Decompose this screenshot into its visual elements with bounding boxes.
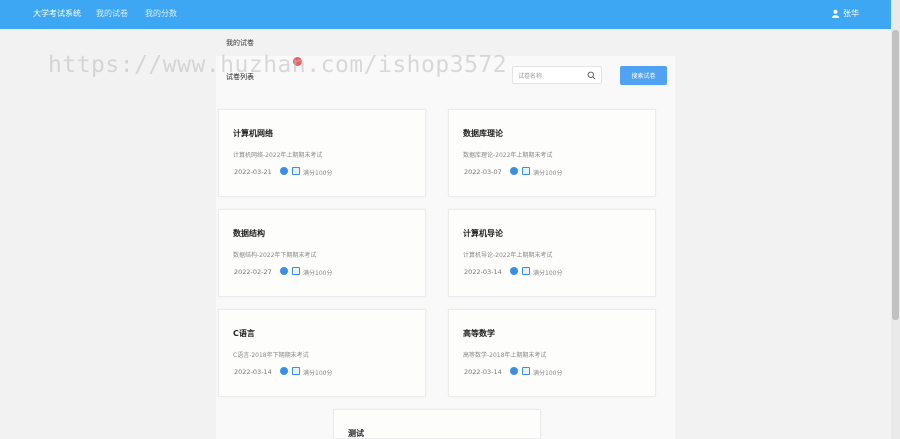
clock-icon [280, 367, 288, 375]
page-scrollbar[interactable] [891, 0, 900, 439]
app-brand[interactable]: 大学考试系统 [33, 8, 81, 19]
paper-score: 满分100分 [303, 370, 333, 377]
clock-icon [280, 267, 288, 275]
user-name: 张华 [843, 9, 859, 18]
paper-description: 计算机网络-2022年上期期末考试 [233, 152, 323, 159]
clock-icon [510, 367, 518, 375]
paper-score: 满分100分 [533, 370, 563, 377]
paper-description: 数据库理论-2022年上期期末考试 [463, 152, 553, 159]
search-icon[interactable] [587, 71, 596, 80]
clock-icon [280, 167, 288, 175]
paper-card[interactable]: 高等数学 高等数学-2018年上期期末考试 2022-03-14 满分100分 [448, 309, 656, 397]
paper-title[interactable]: 计算机网络 [233, 128, 273, 139]
paper-title[interactable]: 高等数学 [463, 328, 495, 339]
paper-date: 2022-03-14 [464, 368, 502, 376]
paper-description: 数据结构-2022年下期期末考试 [233, 252, 317, 259]
edit-icon [522, 267, 530, 275]
edit-icon [292, 367, 300, 375]
paper-description: C语言-2018年下期期末考试 [233, 352, 309, 359]
paper-description: 高等数学-2018年上期期末考试 [463, 352, 547, 359]
search-input[interactable] [518, 71, 586, 81]
paper-card[interactable]: 数据结构 数据结构-2022年下期期末考试 2022-02-27 满分100分 [218, 209, 426, 297]
notification-badge [293, 57, 302, 66]
paper-date: 2022-03-07 [464, 168, 502, 176]
top-navbar: 大学考试系统 我的试卷 我的分数 张华 [0, 0, 891, 29]
scrollbar-thumb[interactable] [892, 30, 899, 320]
paper-score: 满分100分 [303, 270, 333, 277]
search-box [512, 66, 602, 84]
paper-date: 2022-03-14 [464, 268, 502, 276]
edit-icon [522, 367, 530, 375]
paper-title[interactable]: 数据库理论 [463, 128, 503, 139]
paper-description: 计算机导论-2022年上期期末考试 [463, 252, 553, 259]
page-title: 我的试卷 [226, 39, 254, 47]
nav-my-papers[interactable]: 我的试卷 [96, 8, 128, 19]
paper-date: 2022-02-27 [234, 268, 272, 276]
paper-score: 满分100分 [303, 170, 333, 177]
paper-card[interactable]: C语言 C语言-2018年下期期末考试 2022-03-14 满分100分 [218, 309, 426, 397]
paper-title[interactable]: 测试 [348, 428, 364, 439]
nav-my-scores[interactable]: 我的分数 [145, 8, 177, 19]
edit-icon [292, 267, 300, 275]
user-menu[interactable]: 张华 [831, 8, 859, 19]
paper-score: 满分100分 [533, 270, 563, 277]
tab-paper-list[interactable]: 试卷列表 [226, 72, 254, 82]
paper-date: 2022-03-21 [234, 168, 272, 176]
edit-icon [522, 167, 530, 175]
paper-title[interactable]: 计算机导论 [463, 228, 503, 239]
edit-icon [292, 167, 300, 175]
paper-title[interactable]: C语言 [233, 328, 255, 339]
paper-date: 2022-03-14 [234, 368, 272, 376]
user-icon [831, 9, 840, 18]
paper-card[interactable]: 计算机网络 计算机网络-2022年上期期末考试 2022-03-21 满分100… [218, 109, 426, 197]
paper-title[interactable]: 数据结构 [233, 228, 265, 239]
paper-card[interactable]: 数据库理论 数据库理论-2022年上期期末考试 2022-03-07 满分100… [448, 109, 656, 197]
paper-score: 满分100分 [533, 170, 563, 177]
paper-card[interactable]: 计算机导论 计算机导论-2022年上期期末考试 2022-03-14 满分100… [448, 209, 656, 297]
search-paper-button[interactable]: 搜索试卷 [620, 66, 667, 85]
clock-icon [510, 267, 518, 275]
clock-icon [510, 167, 518, 175]
paper-card[interactable]: 测试 [333, 409, 541, 439]
